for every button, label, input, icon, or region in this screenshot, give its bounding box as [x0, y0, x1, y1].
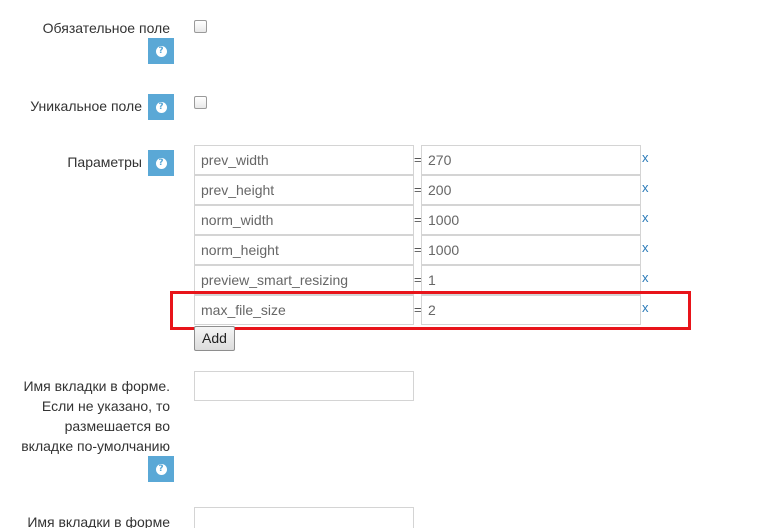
tab-name-label: Имя вкладки в форме. Если не указано, то… — [21, 376, 170, 456]
param-value-input[interactable] — [421, 175, 641, 205]
param-remove-link[interactable]: x — [642, 263, 649, 293]
param-remove-link[interactable]: x — [642, 143, 649, 173]
question-mark-icon: ? — [155, 101, 167, 113]
param-key-input[interactable] — [194, 235, 414, 265]
param-value-input[interactable] — [421, 295, 641, 325]
param-remove-link[interactable]: x — [642, 203, 649, 233]
add-param-button[interactable]: Add — [194, 326, 235, 351]
param-remove-link[interactable]: x — [642, 293, 649, 323]
param-value-input[interactable] — [421, 205, 641, 235]
unique-help-button[interactable]: ? — [148, 94, 174, 120]
required-field-label: Обязательное поле — [42, 20, 170, 36]
tab-name-help-button[interactable]: ? — [148, 456, 174, 482]
params-help-button[interactable]: ? — [148, 150, 174, 176]
tab-name-input[interactable] — [194, 371, 414, 401]
param-value-input[interactable] — [421, 235, 641, 265]
param-key-input[interactable] — [194, 265, 414, 295]
param-value-input[interactable] — [421, 265, 641, 295]
param-key-input[interactable] — [194, 145, 414, 175]
param-remove-link[interactable]: x — [642, 173, 649, 203]
required-help-button[interactable]: ? — [148, 38, 174, 64]
param-remove-link[interactable]: x — [642, 233, 649, 263]
param-key-input[interactable] — [194, 175, 414, 205]
tab-name2-label: Имя вкладки в форме — [27, 514, 170, 528]
param-key-input[interactable] — [194, 295, 414, 325]
tab-name-label-line: размешается во — [64, 418, 170, 434]
tab-name-label-line: Если не указано, то — [41, 398, 170, 414]
params-label: Параметры — [67, 154, 142, 170]
unique-field-label: Уникальное поле — [30, 98, 142, 114]
tab-name2-input[interactable] — [194, 507, 414, 528]
field-settings-form: Обязательное поле ? Уникальное поле ? Па… — [0, 0, 772, 528]
tab-name-label-line: вкладке по-умолчанию — [21, 438, 170, 454]
required-checkbox[interactable] — [194, 20, 207, 33]
question-mark-icon: ? — [155, 463, 167, 475]
param-value-input[interactable] — [421, 145, 641, 175]
question-mark-icon: ? — [155, 157, 167, 169]
param-key-input[interactable] — [194, 205, 414, 235]
tab-name-label-line: Имя вкладки в форме. — [23, 378, 170, 394]
question-mark-icon: ? — [155, 45, 167, 57]
unique-checkbox[interactable] — [194, 96, 207, 109]
